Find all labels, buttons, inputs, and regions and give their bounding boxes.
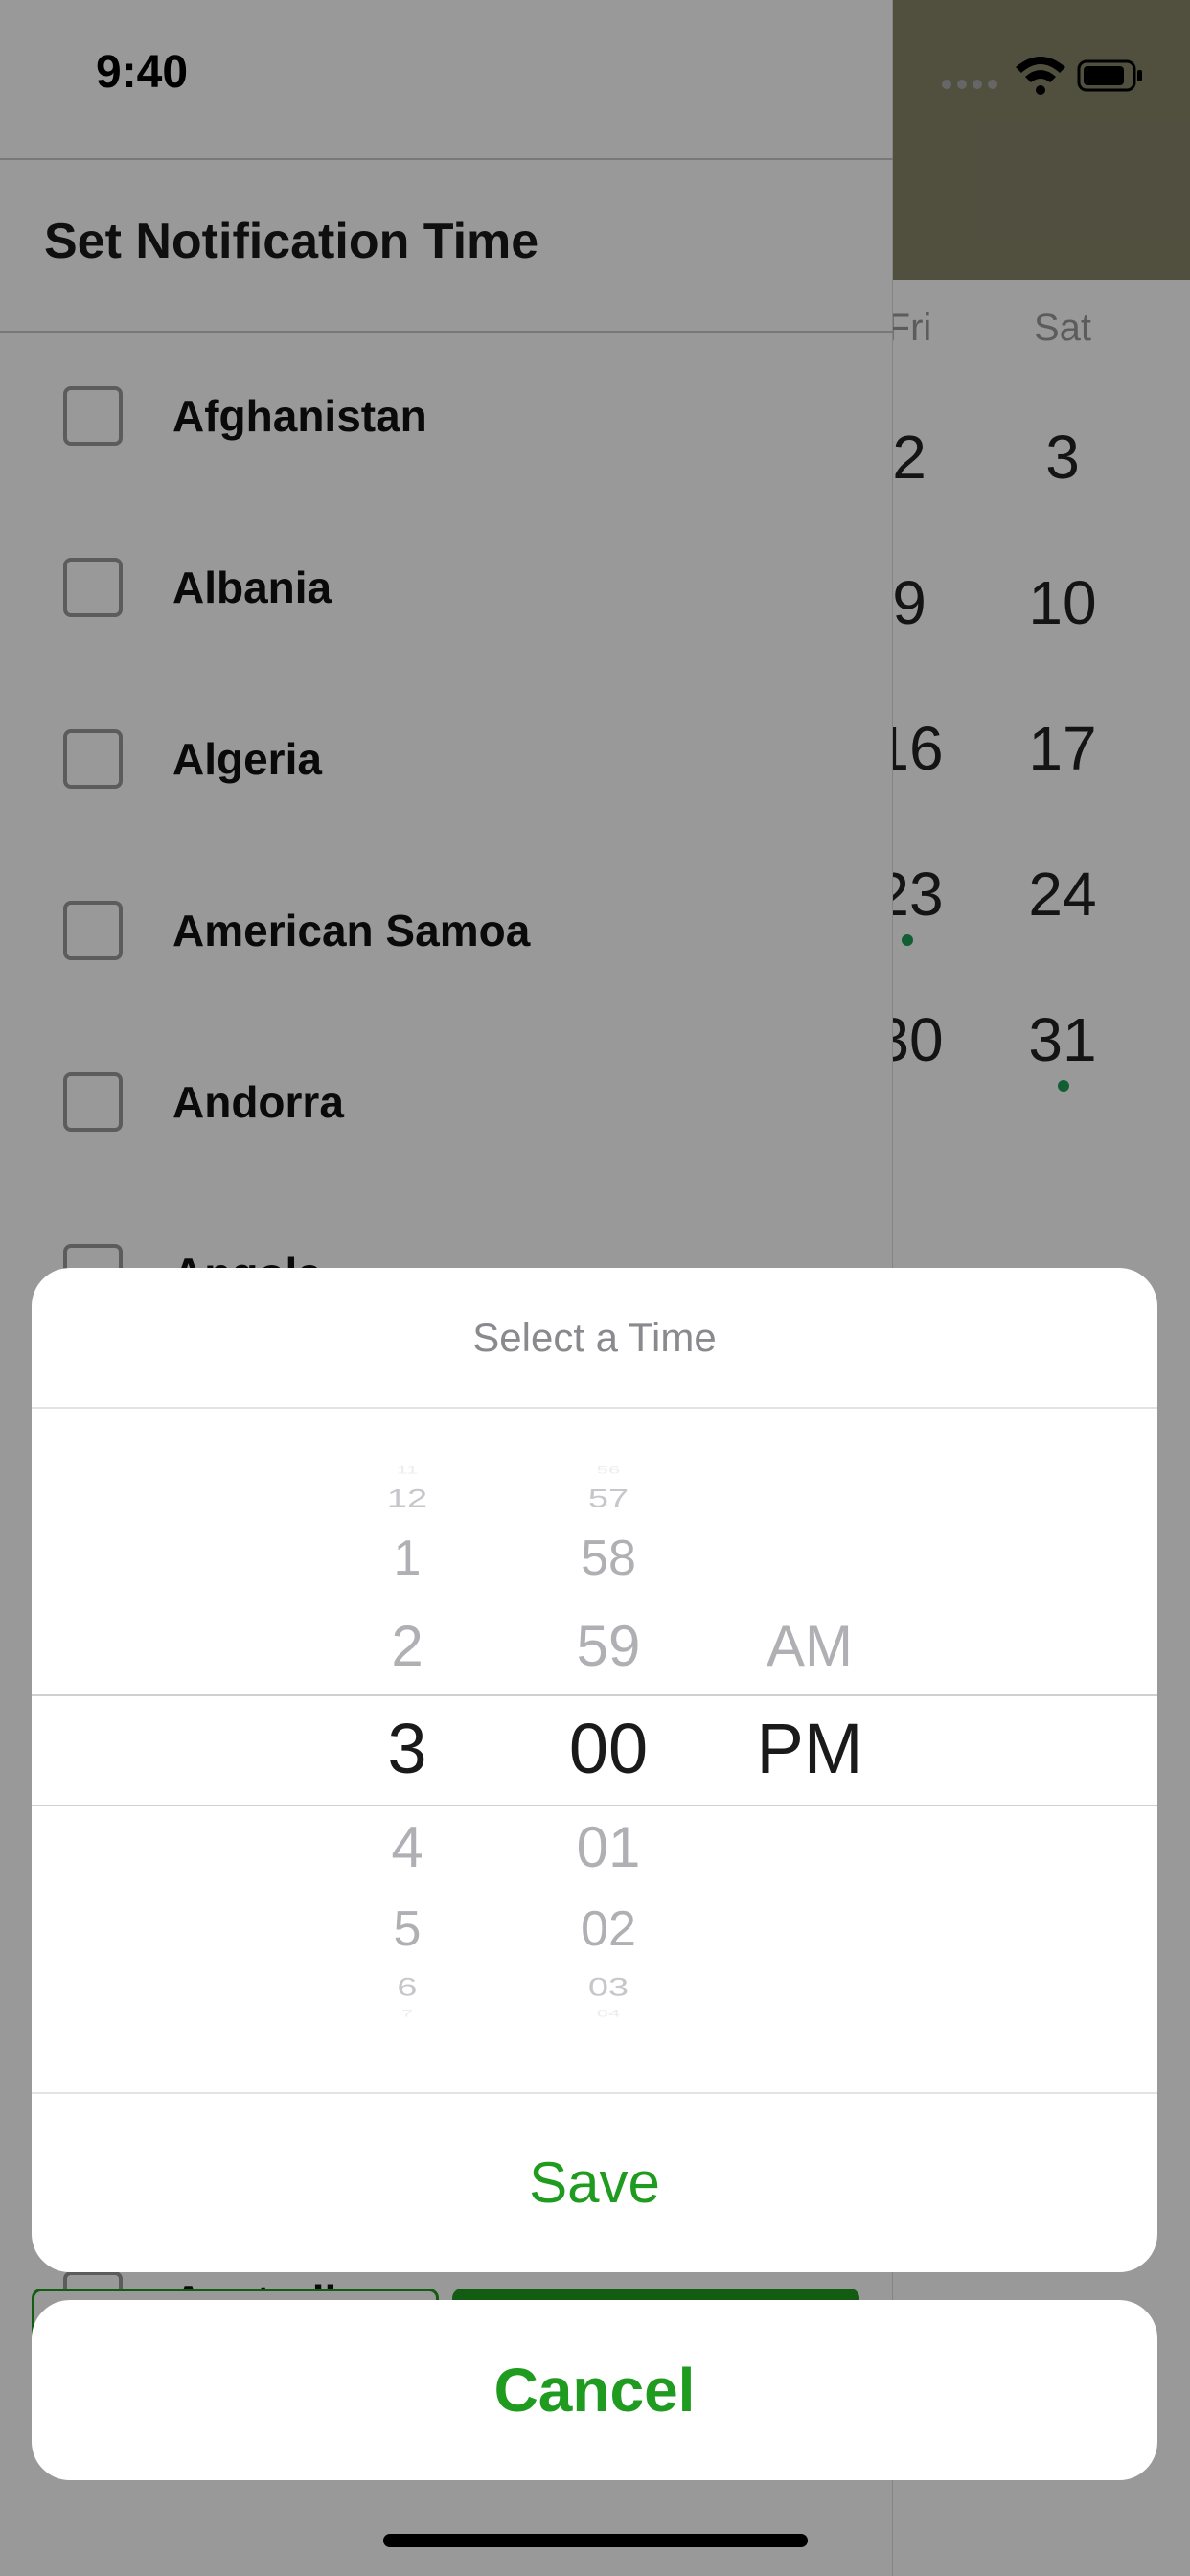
minute-option[interactable]: 58: [532, 1530, 685, 1587]
status-time: 9:40: [96, 47, 189, 98]
status-icons-svg: [942, 57, 1142, 95]
hour-option[interactable]: 11: [340, 1464, 474, 1477]
hour-option[interactable]: 1: [340, 1530, 474, 1587]
period-option-selected[interactable]: PM: [714, 1708, 905, 1789]
minute-option[interactable]: 57: [532, 1484, 685, 1513]
hour-option[interactable]: 7: [340, 2008, 474, 2020]
minute-option[interactable]: 02: [532, 1900, 685, 1958]
sheet-title: Select a Time: [472, 1315, 717, 1360]
hour-option[interactable]: 6: [340, 1973, 474, 2002]
minute-option[interactable]: 04: [532, 2008, 685, 2020]
minute-option[interactable]: 01: [532, 1814, 685, 1880]
picker-selection-line: [32, 1805, 1157, 1806]
minute-option[interactable]: 56: [532, 1464, 685, 1477]
divider: [32, 1407, 1157, 1409]
hour-option[interactable]: 5: [340, 1900, 474, 1958]
wifi-icon: [1016, 57, 1065, 95]
hour-option-selected[interactable]: 3: [340, 1708, 474, 1789]
cellular-signal-icon: [942, 80, 997, 89]
minute-option-selected[interactable]: 00: [532, 1708, 685, 1789]
cancel-button[interactable]: Cancel: [32, 2300, 1157, 2480]
home-indicator[interactable]: [383, 2534, 808, 2547]
minute-option[interactable]: 03: [532, 1973, 685, 2002]
hour-option[interactable]: 4: [340, 1814, 474, 1880]
cancel-card: Cancel: [32, 2300, 1157, 2480]
status-icons: [916, 50, 1146, 98]
minute-option[interactable]: 59: [532, 1613, 685, 1679]
hour-option[interactable]: 2: [340, 1613, 474, 1679]
picker-selection-line: [32, 1694, 1157, 1696]
time-picker-sheet: Select a Time 11 12 1 2 3 4 5 6 7 56 57 …: [32, 1268, 1157, 2272]
hour-option[interactable]: 12: [340, 1484, 474, 1513]
battery-icon: [1077, 59, 1142, 92]
period-option[interactable]: AM: [714, 1613, 905, 1679]
save-button[interactable]: Save: [32, 2094, 1157, 2272]
